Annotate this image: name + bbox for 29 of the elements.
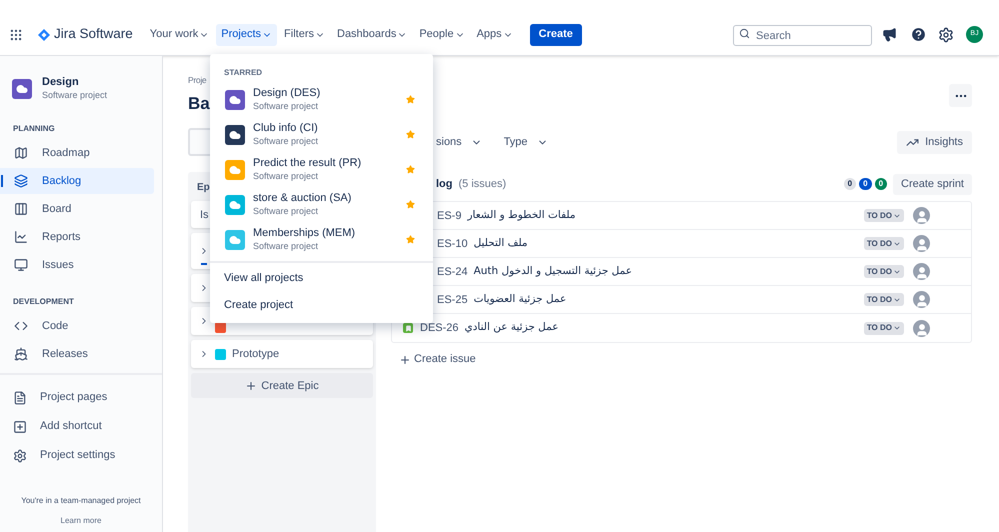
project-type: Software project (253, 136, 320, 147)
backlog-title: log (436, 177, 452, 192)
status-counter: 0 (844, 178, 856, 190)
section-heading: PLANNING (12, 123, 56, 135)
issue-count: (5 issues) (458, 177, 506, 192)
project-title: Design (DES) (253, 87, 322, 101)
project-title: Club info (CI) (253, 122, 319, 136)
project-title: store & auction (SA) (253, 192, 352, 206)
project-type: Software project (42, 90, 108, 101)
project-type: Software project (253, 206, 320, 217)
issue-summary: عمل جزئية العضويات (474, 292, 566, 307)
issue-summary: عمل جزئية عن النادي (464, 320, 558, 336)
status-counter: 0 (874, 178, 888, 190)
project-title: Memberships (MEM) (253, 227, 356, 241)
project-title: Predict the result (PR) (253, 157, 362, 171)
project-type: Software project (253, 170, 320, 182)
project-type: Software project (253, 240, 320, 252)
issue-summary: ملف التحليل (474, 236, 528, 251)
issue-summary: عمل جزئية التسجيل و الدخول Auth (474, 264, 632, 279)
page-title: Ba (188, 92, 210, 115)
menu-section-heading: STARRED (223, 67, 264, 79)
project-name: Design (42, 76, 80, 90)
footer-text: You're in a team-managed project (20, 495, 142, 507)
epic-name: Prototype (232, 347, 280, 362)
issue-summary: ملفات الخطوط و الشعار (467, 208, 576, 223)
status-counter: 0 (859, 178, 872, 190)
section-heading: DEVELOPMENT (12, 296, 75, 308)
epic-panel-title: Ep (196, 181, 211, 196)
project-type: Software project (253, 100, 320, 112)
